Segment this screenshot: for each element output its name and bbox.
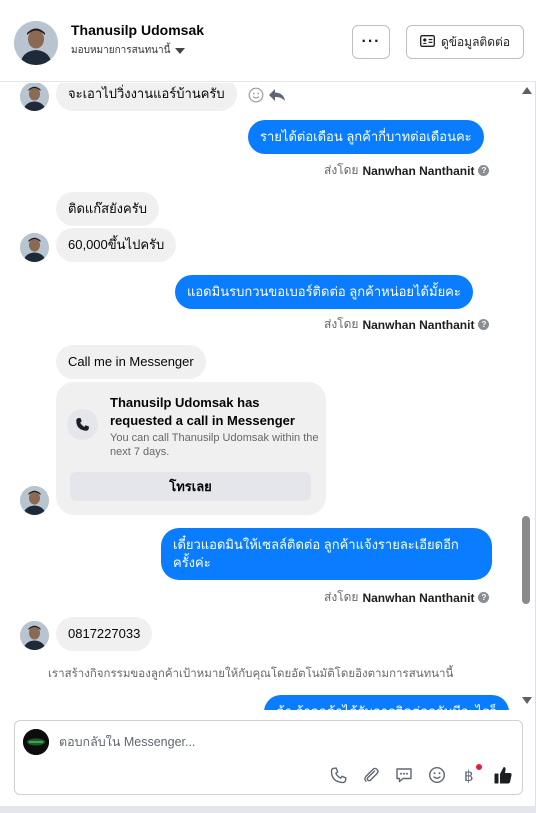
view-contact-label: ดูข้อมูลติดต่อ — [440, 34, 511, 49]
sent-by-prefix: ส่งโดย — [324, 317, 359, 331]
conversation-header: Thanusilp Udomsak มอบหมายการสนทนานี้ ···… — [0, 0, 536, 82]
call-request-subtitle: You can call Thanusilp Udomsak within th… — [110, 432, 319, 458]
incoming-message[interactable]: 60,000ขึ้นไปครับ — [56, 228, 177, 262]
react-emoji-icon[interactable] — [248, 87, 264, 108]
help-icon[interactable]: ? — [478, 319, 490, 330]
thread-scrollbar[interactable] — [518, 83, 534, 710]
outgoing-message[interactable]: ค้า ถ้าลูกค้าได้รับการติดต่อกลับมีอะไรก็ — [264, 695, 509, 710]
saved-replies-icon[interactable] — [393, 764, 415, 786]
contact-card-icon — [420, 34, 435, 50]
incoming-message[interactable]: จะเอาไปวิ่งงานแอร์บ้านครับ — [56, 83, 237, 111]
message-line: ครั้งค่ะ — [173, 555, 211, 570]
message-thread[interactable]: จะเอาไปวิ่งงานแอร์บ้านครับ รายได้ต่อเดือ… — [0, 83, 518, 710]
scroll-down-arrow-icon[interactable] — [522, 697, 532, 704]
call-now-button[interactable]: โทรเลย — [70, 472, 311, 501]
message-line: เดี๋ยวแอดมินให้เซลล์ติดต่อ ลูกค้าแจ้งราย… — [173, 537, 459, 552]
contact-avatar-small — [20, 486, 49, 515]
attachment-icon[interactable] — [360, 764, 382, 786]
outgoing-message[interactable]: แอดมินรบกวนขอเบอร์ติดต่อ ลูกค้าหน่อยได้ม… — [175, 275, 473, 309]
assign-label: มอบหมายการสนทนานี้ — [71, 45, 171, 56]
like-icon[interactable] — [492, 764, 514, 786]
incoming-message[interactable]: Call me in Messenger — [56, 345, 206, 379]
incoming-message[interactable]: 0817227033 — [56, 617, 153, 651]
incoming-message[interactable]: ติดแก๊สยังครับ — [56, 192, 159, 226]
contact-avatar-small — [20, 621, 49, 650]
contact-name: Thanusilp Udomsak — [71, 22, 205, 38]
help-icon[interactable]: ? — [478, 592, 490, 603]
reply-input[interactable] — [59, 735, 499, 749]
phone-icon — [67, 409, 98, 440]
payment-icon[interactable]: ฿ — [459, 764, 482, 786]
contact-avatar-small — [20, 83, 49, 111]
sent-by-label: ส่งโดย Nanwhan Nanthanit ? — [324, 588, 490, 607]
emoji-icon[interactable] — [426, 764, 448, 786]
sent-by-label: ส่งโดย Nanwhan Nanthanit ? — [324, 315, 490, 334]
reply-icon[interactable] — [268, 87, 286, 108]
phone-icon[interactable] — [327, 764, 349, 786]
contact-avatar-small — [20, 233, 49, 262]
svg-text:฿: ฿ — [464, 767, 474, 784]
view-contact-button[interactable]: ดูข้อมูลติดต่อ — [406, 25, 524, 59]
caret-down-icon — [175, 47, 186, 54]
agent-name: Nanwhan Nanthanit — [362, 317, 475, 332]
outgoing-message[interactable]: รายได้ต่อเดือน ลูกค้ากี่บาทต่อเดือนคะ — [248, 120, 484, 154]
outgoing-message[interactable]: เดี๋ยวแอดมินให้เซลล์ติดต่อ ลูกค้าแจ้งราย… — [161, 528, 492, 580]
reply-composer: ฿ — [14, 720, 523, 795]
automation-note: เราสร้างกิจกรรมของลูกค้าเป้าหมายให้กับคุ… — [48, 668, 454, 680]
sent-by-label: ส่งโดย Nanwhan Nanthanit ? — [324, 161, 490, 180]
help-icon[interactable]: ? — [478, 165, 490, 176]
scroll-up-arrow-icon[interactable] — [522, 87, 532, 94]
more-options-button[interactable]: ··· — [352, 25, 390, 59]
conversation-panel: Thanusilp Udomsak มอบหมายการสนทนานี้ ···… — [0, 0, 536, 806]
contact-avatar[interactable] — [14, 21, 58, 65]
composer-toolbar: ฿ — [327, 764, 514, 786]
call-request-card: Thanusilp Udomsak has requested a call i… — [56, 382, 326, 515]
page-avatar — [23, 729, 49, 755]
notification-dot — [476, 764, 482, 770]
call-request-title: Thanusilp Udomsak has requested a call i… — [110, 395, 295, 428]
sent-by-prefix: ส่งโดย — [324, 590, 359, 604]
agent-name: Nanwhan Nanthanit — [362, 590, 475, 605]
agent-name: Nanwhan Nanthanit — [362, 163, 475, 178]
sent-by-prefix: ส่งโดย — [324, 163, 359, 177]
assign-conversation-dropdown[interactable]: มอบหมายการสนทนานี้ — [71, 43, 186, 58]
scroll-thumb[interactable] — [522, 516, 530, 604]
